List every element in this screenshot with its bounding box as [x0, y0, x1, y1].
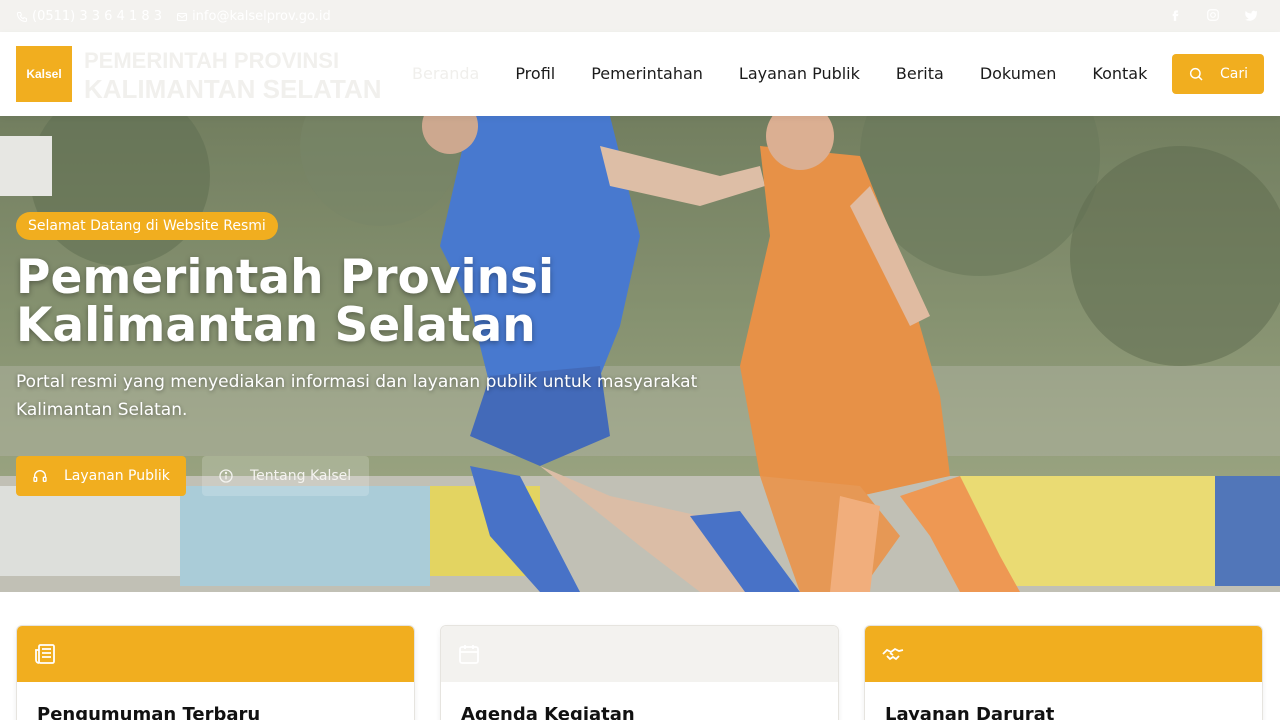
search-label: Cari — [1220, 66, 1248, 82]
top-info-bar: (0511) 3 3 6 4 1 8 3 info@kalselprov.go.… — [0, 0, 1280, 32]
main-nav: Beranda Profil Pemerintahan Layanan Publ… — [412, 60, 1147, 88]
social-links — [1168, 8, 1258, 22]
nav-item-dokumen[interactable]: Dokumen — [980, 60, 1057, 88]
nav-item-kontak[interactable]: Kontak — [1092, 60, 1147, 88]
card-layanan-darurat[interactable]: Layanan Darurat — [864, 625, 1263, 720]
handshake-icon — [882, 647, 904, 661]
hero-title: Pemerintah Provinsi Kalimantan Selatan — [16, 254, 716, 350]
card-title: Pengumuman Terbaru — [37, 704, 261, 720]
facebook-icon[interactable] — [1168, 8, 1182, 22]
nav-item-berita[interactable]: Berita — [896, 60, 944, 88]
layanan-publik-button[interactable]: Layanan Publik — [16, 456, 186, 496]
card-header — [17, 626, 414, 682]
envelope-icon — [177, 12, 188, 21]
site-logo[interactable]: Kalsel — [16, 46, 72, 102]
newspaper-icon — [35, 644, 55, 664]
email-text: info@kalselprov.go.id — [192, 9, 331, 24]
search-button[interactable]: Cari — [1172, 54, 1264, 94]
card-pengumuman[interactable]: Pengumuman Terbaru — [16, 625, 415, 720]
instagram-icon[interactable] — [1206, 8, 1220, 22]
logo-text: Kalsel — [26, 67, 62, 81]
card-agenda[interactable]: Agenda Kegiatan — [440, 625, 839, 720]
nav-item-pemerintahan[interactable]: Pemerintahan — [591, 60, 703, 88]
twitter-icon[interactable] — [1244, 8, 1258, 22]
brand-line-1: PEMERINTAH PROVINSI — [84, 48, 340, 73]
headset-icon — [33, 470, 47, 482]
site-brand[interactable]: PEMERINTAH PROVINSI KALIMANTAN SELATAN — [84, 46, 382, 104]
phone-icon — [16, 11, 27, 22]
tentang-kalsel-label: Tentang Kalsel — [250, 468, 352, 484]
hero-badge: Selamat Datang di Website Resmi — [16, 212, 278, 240]
card-title: Agenda Kegiatan — [461, 704, 635, 720]
nav-item-profil[interactable]: Profil — [515, 60, 555, 88]
layanan-publik-label: Layanan Publik — [64, 468, 170, 484]
card-header — [865, 626, 1262, 682]
email-contact[interactable]: info@kalselprov.go.id — [176, 9, 331, 24]
hero-subtitle: Portal resmi yang menyediakan informasi … — [16, 372, 698, 420]
phone-contact[interactable]: (0511) 3 3 6 4 1 8 3 — [16, 9, 162, 24]
nav-item-layanan-publik[interactable]: Layanan Publik — [739, 60, 860, 88]
search-icon — [1189, 67, 1203, 81]
tentang-kalsel-button[interactable]: Tentang Kalsel — [202, 456, 369, 496]
card-header — [441, 626, 838, 682]
calendar-icon — [459, 645, 479, 664]
topbar-contact: (0511) 3 3 6 4 1 8 3 info@kalselprov.go.… — [16, 9, 331, 24]
card-title: Layanan Darurat — [885, 704, 1055, 720]
hero-title-line-1: Pemerintah Provinsi — [16, 250, 555, 305]
hero-overlay — [0, 116, 1280, 592]
hero-section: Selamat Datang di Website Resmi Pemerint… — [0, 116, 1280, 592]
site-header: Kalsel PEMERINTAH PROVINSI KALIMANTAN SE… — [0, 32, 1280, 116]
info-icon — [219, 469, 233, 483]
hero-title-line-2: Kalimantan Selatan — [16, 298, 536, 353]
nav-item-beranda[interactable]: Beranda — [412, 60, 479, 88]
phone-text: (0511) 3 3 6 4 1 8 3 — [32, 9, 163, 24]
brand-line-2: KALIMANTAN SELATAN — [84, 74, 382, 104]
